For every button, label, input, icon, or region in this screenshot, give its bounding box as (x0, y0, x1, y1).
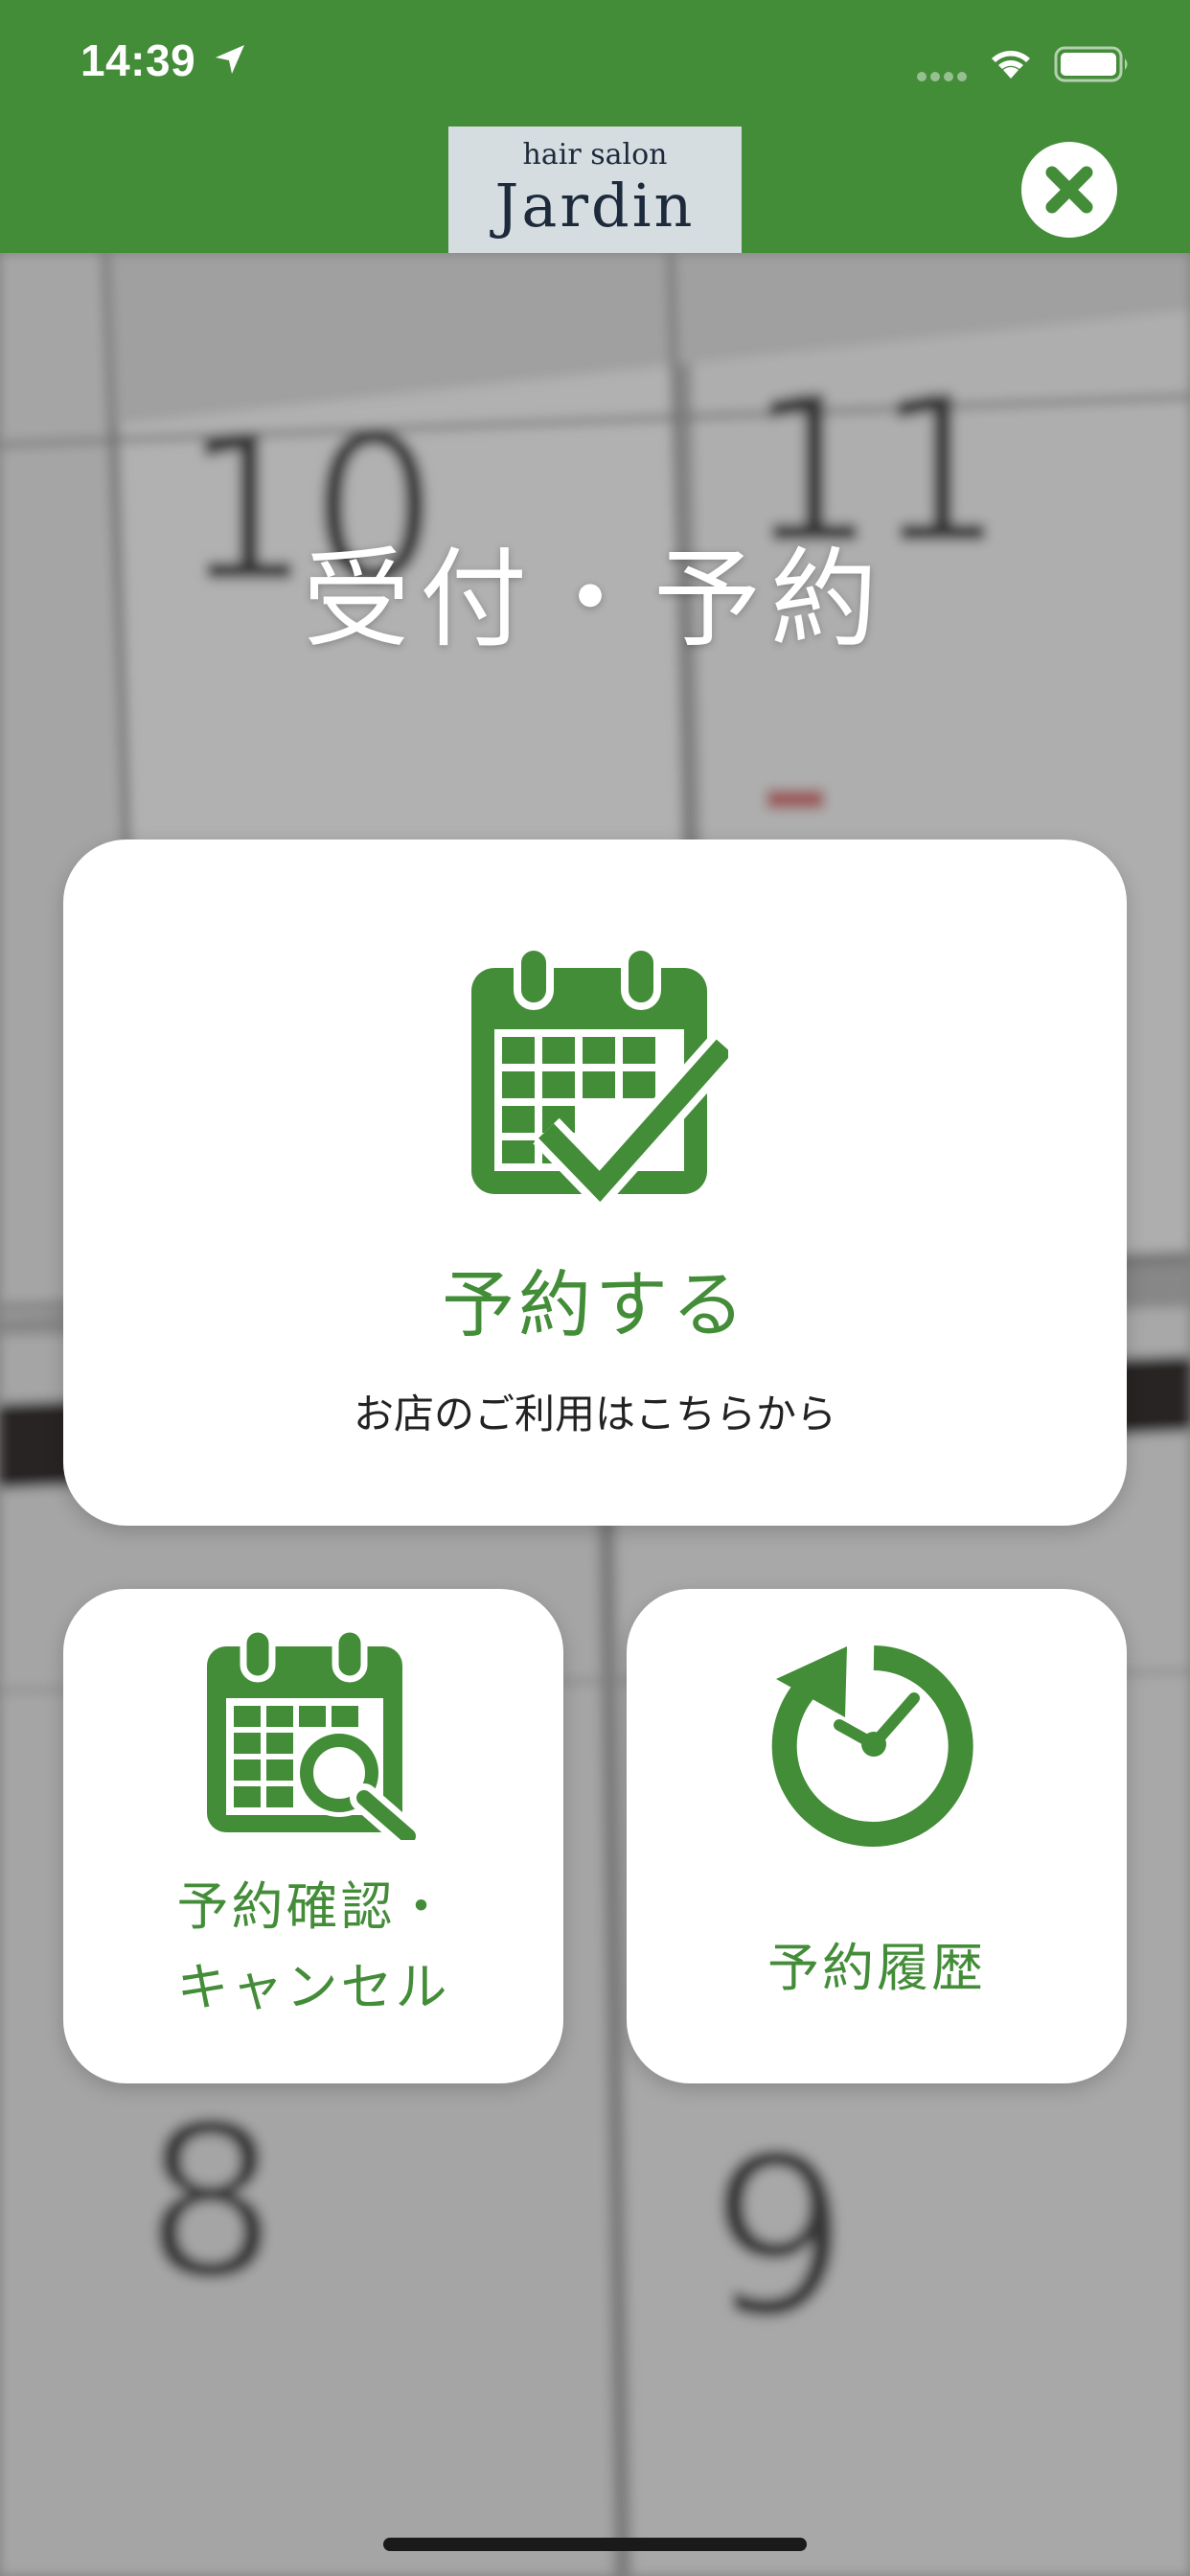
confirm-label-line1: 予約確認・ (176, 1876, 450, 1937)
home-indicator[interactable] (383, 2538, 807, 2551)
history-label: 予約履歴 (767, 1938, 986, 1998)
calendar-check-icon (471, 947, 728, 1205)
calendar-search-icon (207, 1629, 424, 1840)
page-title: 受付・予約 (303, 538, 887, 662)
reserve-label: 予約する (442, 1262, 748, 1347)
battery-icon (1054, 46, 1128, 82)
reserve-button[interactable]: 予約する お店のご利用はこちらから (63, 840, 1127, 1526)
location-arrow-icon (216, 45, 244, 74)
status-time: 14:39 (80, 35, 196, 85)
history-button[interactable]: 予約履歴 (627, 1589, 1127, 2083)
wifi-icon (992, 51, 1030, 79)
confirm-label-line2: キャンセル (176, 1957, 450, 2017)
logo-title: Jardin (494, 171, 696, 241)
close-icon (1045, 166, 1093, 214)
app-header: 14:39 hair salon Jardin (0, 0, 1190, 253)
close-button[interactable] (1021, 142, 1117, 238)
cellular-signal-icon (917, 72, 967, 81)
confirm-cancel-button[interactable]: 予約確認・ キャンセル (63, 1589, 563, 2083)
history-clock-icon (771, 1645, 973, 1847)
logo-subtitle: hair salon (522, 138, 668, 172)
salon-logo: hair salon Jardin (448, 126, 742, 253)
reserve-description: お店のご利用はこちらから (353, 1391, 836, 1438)
confirm-cancel-label: 予約確認・ キャンセル (63, 1867, 563, 2028)
